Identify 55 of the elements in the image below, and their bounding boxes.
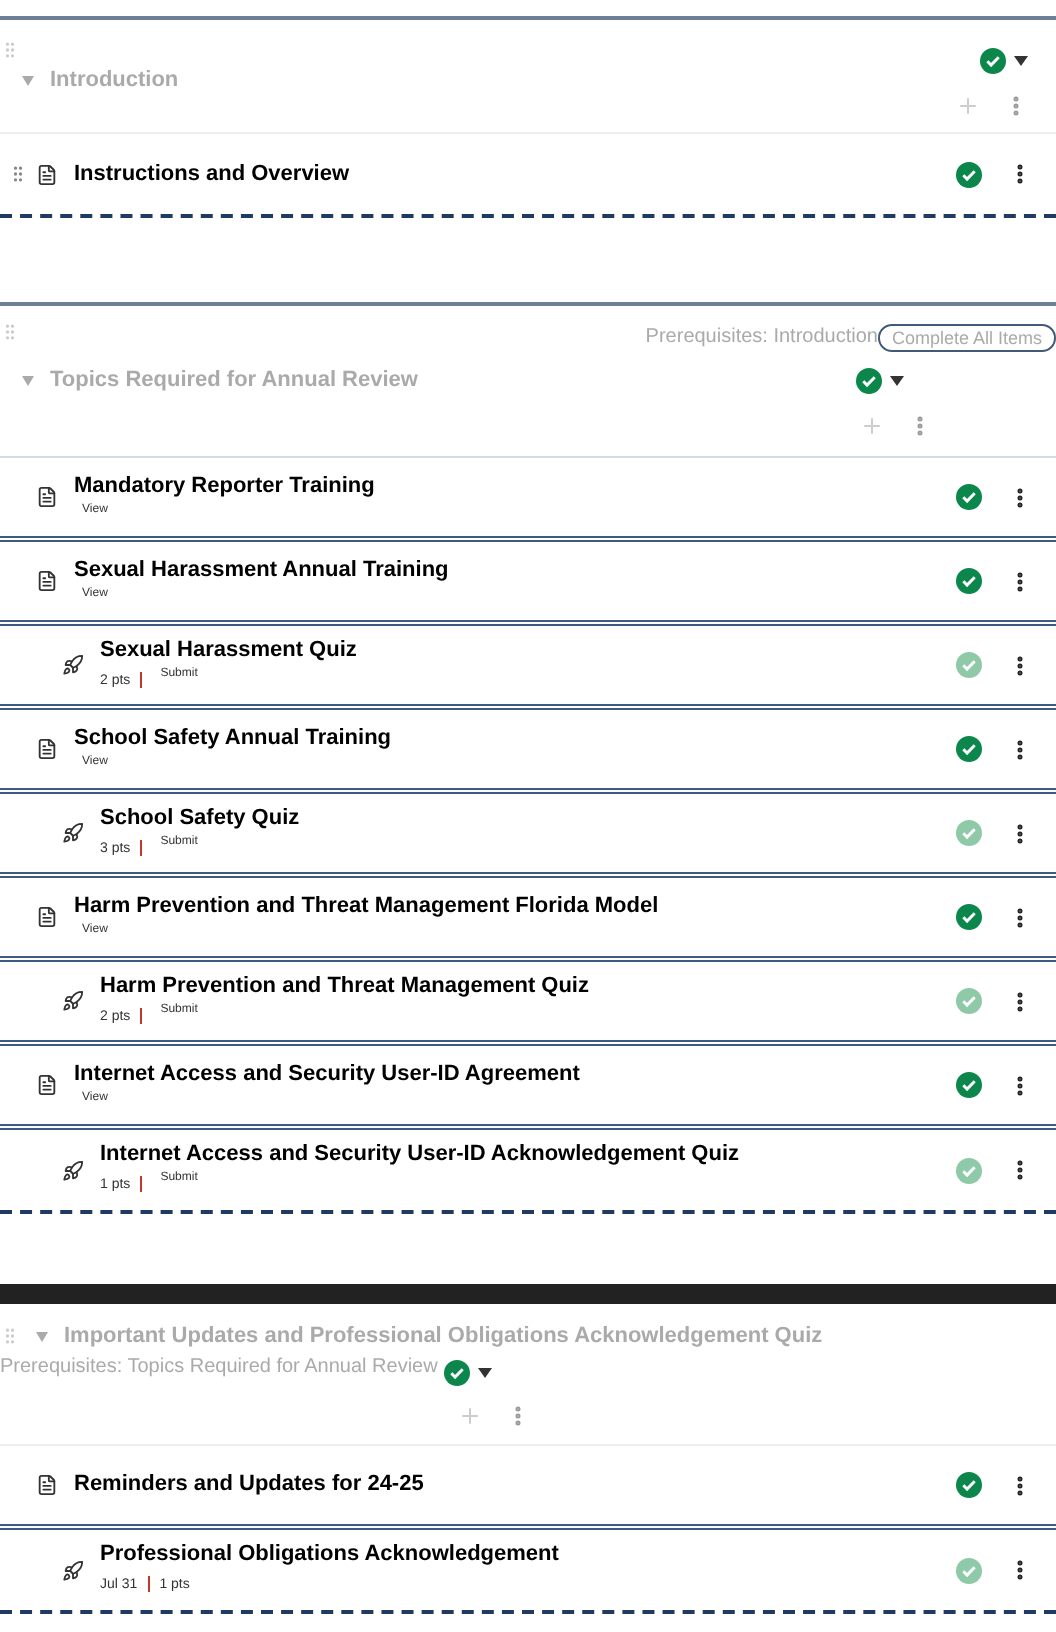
- collapse-caret-icon[interactable]: [22, 75, 34, 86]
- published-check-icon[interactable]: [956, 1072, 982, 1098]
- published-check-icon[interactable]: [956, 1472, 982, 1498]
- item-title[interactable]: Sexual Harassment Annual Training: [74, 558, 956, 584]
- published-check-icon[interactable]: [980, 48, 1006, 74]
- published-check-icon[interactable]: [956, 484, 982, 510]
- drag-handle-icon[interactable]: [8, 164, 28, 184]
- module-title: Introduction: [50, 66, 179, 96]
- prerequisites-text: Prerequisites: Introduction: [645, 324, 878, 352]
- published-check-icon[interactable]: [956, 736, 982, 762]
- document-icon: [36, 906, 58, 928]
- item-title[interactable]: Sexual Harassment Quiz: [100, 637, 956, 664]
- item-title[interactable]: Instructions and Overview: [74, 161, 956, 187]
- published-check-icon[interactable]: [956, 988, 982, 1014]
- published-check-icon[interactable]: [956, 652, 982, 678]
- item-title[interactable]: Reminders and Updates for 24-25: [74, 1472, 956, 1498]
- published-check-icon[interactable]: [956, 568, 982, 594]
- rocket-icon: [62, 654, 84, 676]
- collapse-caret-icon[interactable]: [22, 375, 34, 386]
- published-check-icon[interactable]: [443, 1359, 470, 1385]
- document-icon: [36, 163, 58, 185]
- item-title[interactable]: Harm Prevention and Threat Management Florida Model: [74, 894, 956, 920]
- document-icon: [36, 570, 58, 592]
- rocket-icon: [62, 1559, 84, 1581]
- item-title[interactable]: School Safety Quiz: [100, 805, 956, 832]
- item-title[interactable]: Internet Access and Security User-ID Acknowledgement Quiz: [100, 1142, 956, 1169]
- item-title[interactable]: Mandatory Reporter Training: [74, 474, 956, 500]
- rocket-icon: [62, 990, 84, 1012]
- item-title[interactable]: Internet Access and Security User-ID Agreement: [74, 1062, 956, 1088]
- rocket-icon: [62, 822, 84, 844]
- module-title: Topics Required for Annual Review: [50, 366, 418, 396]
- caret-icon[interactable]: [1014, 56, 1028, 66]
- drag-handle-icon[interactable]: [0, 1326, 20, 1347]
- requirement-pill: Complete All Items: [877, 323, 1056, 351]
- caret-icon[interactable]: [477, 1367, 492, 1377]
- document-icon: [36, 738, 58, 760]
- published-check-icon[interactable]: [956, 1157, 982, 1183]
- collapse-caret-icon[interactable]: [36, 1331, 48, 1342]
- document-icon: [36, 1074, 58, 1096]
- drag-handle-icon[interactable]: [0, 322, 20, 342]
- published-check-icon[interactable]: [956, 904, 982, 930]
- prerequisites-text: Prerequisites: Topics Required for Annual Review: [0, 1353, 438, 1381]
- document-icon: [36, 486, 58, 508]
- drag-handle-icon[interactable]: [0, 40, 20, 60]
- rocket-icon: [62, 1159, 84, 1181]
- published-check-icon[interactable]: [956, 1557, 982, 1583]
- caret-icon[interactable]: [890, 375, 904, 386]
- item-title[interactable]: Professional Obligations Acknowledgement: [100, 1542, 956, 1569]
- document-icon: [36, 1474, 58, 1496]
- published-check-icon[interactable]: [956, 820, 982, 846]
- item-title[interactable]: School Safety Annual Training: [74, 726, 956, 752]
- item-title[interactable]: Harm Prevention and Threat Management Quiz: [100, 973, 956, 1000]
- published-check-icon[interactable]: [956, 161, 982, 187]
- published-check-icon[interactable]: [856, 367, 882, 394]
- module-title: Important Updates and Professional Obligations Acknowledgement Quiz: [64, 1322, 823, 1352]
